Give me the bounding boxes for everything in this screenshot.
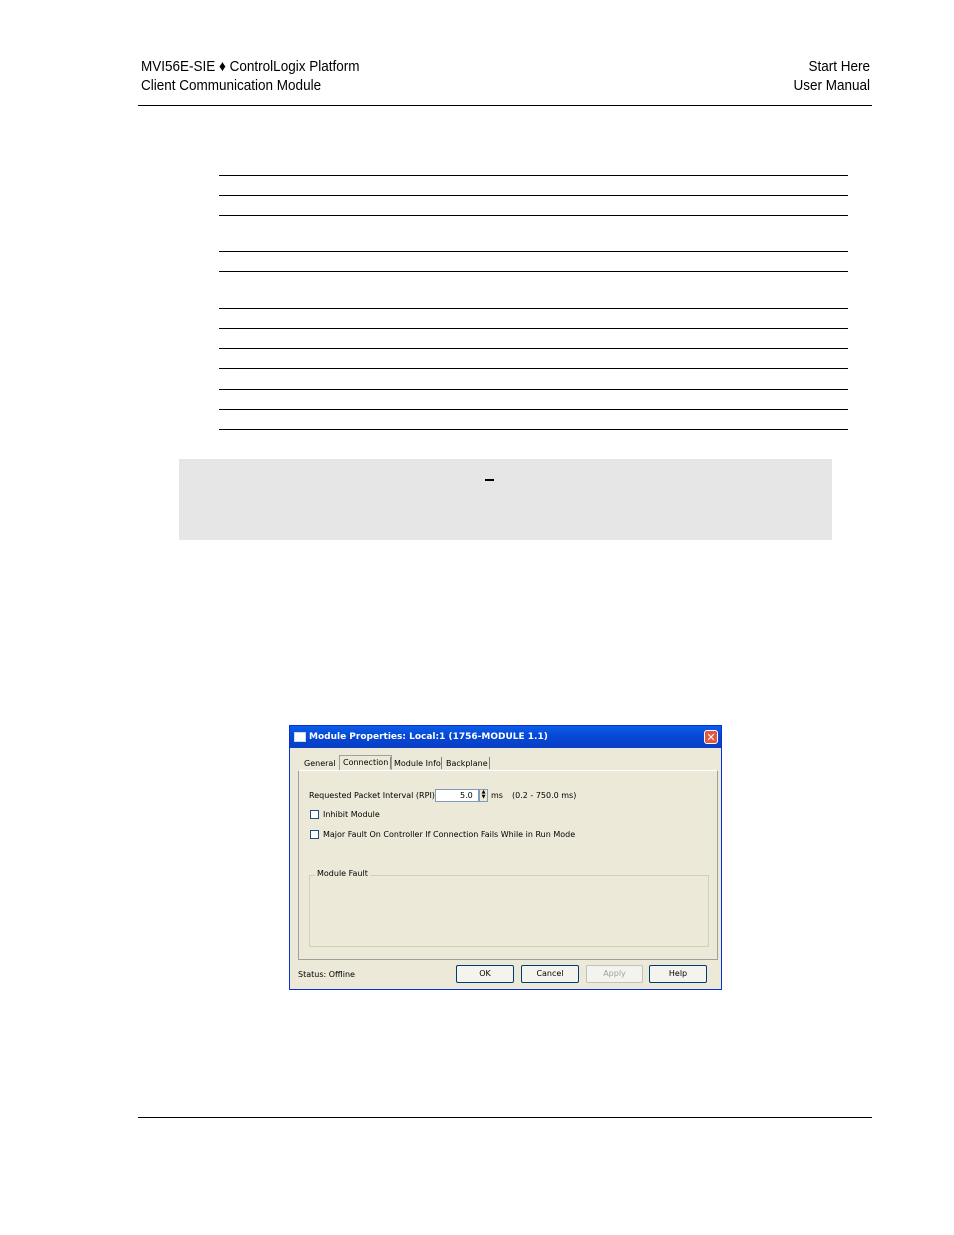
window-icon [294, 732, 306, 742]
inhibit-module-label: Inhibit Module [323, 810, 380, 819]
note-dash [485, 479, 494, 481]
rpi-unit: ms [491, 791, 503, 800]
major-fault-checkbox[interactable] [310, 830, 319, 839]
tab-general[interactable]: General [304, 757, 336, 770]
tab-separator [441, 757, 442, 769]
table-rule [219, 429, 848, 430]
apply-button[interactable]: Apply [586, 965, 643, 983]
ok-button[interactable]: OK [456, 965, 514, 983]
table-rule [219, 389, 848, 390]
tab-separator [390, 757, 391, 769]
page-header-right: Start Here User Manual [793, 57, 870, 95]
inhibit-module-checkbox[interactable] [310, 810, 319, 819]
close-button[interactable]: ✕ [704, 730, 718, 744]
table-rule [219, 215, 848, 216]
table-rule [219, 271, 848, 272]
table-rule [219, 308, 848, 309]
header-doc-type: User Manual [793, 77, 870, 94]
dialog-titlebar[interactable]: Module Properties: Local:1 (1756-MODULE … [290, 726, 721, 748]
table-rule [219, 368, 848, 369]
header-product: MVI56E-SIE ♦ ControlLogix Platform [141, 58, 360, 75]
module-properties-dialog: Module Properties: Local:1 (1756-MODULE … [289, 725, 722, 990]
table-rule [219, 348, 848, 349]
tab-separator [489, 757, 490, 769]
module-fault-group [309, 875, 709, 947]
header-rule [138, 105, 872, 106]
footer-rule [138, 1117, 872, 1118]
table-rule [219, 409, 848, 410]
table-rule [219, 251, 848, 252]
page-header-left: MVI56E-SIE ♦ ControlLogix Platform Clien… [141, 57, 359, 95]
help-button[interactable]: Help [649, 965, 707, 983]
header-module: Client Communication Module [141, 77, 322, 94]
table-rule [219, 328, 848, 329]
cancel-button[interactable]: Cancel [521, 965, 579, 983]
tab-module-info[interactable]: Module Info [394, 757, 441, 770]
table-rule [219, 195, 848, 196]
rpi-spinner[interactable]: ▲ ▼ [479, 789, 488, 802]
rpi-label: Requested Packet Interval (RPI): [309, 791, 438, 800]
tab-connection[interactable]: Connection [339, 755, 393, 770]
rpi-range: (0.2 - 750.0 ms) [512, 791, 577, 800]
status-text: Status: Offline [298, 970, 355, 979]
tab-backplane[interactable]: Backplane [446, 757, 488, 770]
note-box [179, 459, 832, 540]
table-rule [219, 175, 848, 176]
module-fault-label: Module Fault [315, 869, 370, 878]
header-section: Start Here [808, 58, 870, 75]
dialog-title: Module Properties: Local:1 (1756-MODULE … [309, 732, 548, 742]
rpi-input[interactable]: 5.0 [435, 789, 479, 802]
major-fault-label: Major Fault On Controller If Connection … [323, 830, 576, 839]
